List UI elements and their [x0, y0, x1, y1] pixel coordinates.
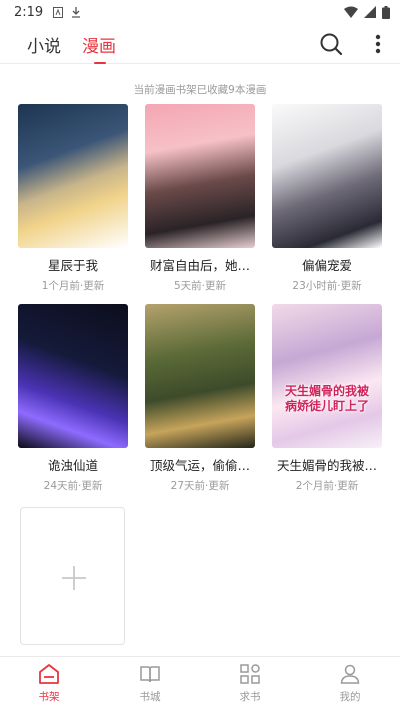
comic-updated: 2个月前·更新 [295, 480, 359, 492]
tab-active-indicator [94, 62, 106, 64]
comic-cover[interactable] [145, 104, 255, 248]
comic-card[interactable]: 天生媚骨的我被病娇徒儿盯上了 天生媚骨的我被… 2个月前·更新 [272, 304, 382, 493]
notification-a-icon [53, 6, 64, 18]
nav-bookshelf[interactable]: 书架 [9, 663, 89, 704]
status-bar: 2:19 [0, 0, 400, 24]
comic-cover[interactable] [18, 304, 128, 448]
book-open-icon [140, 666, 160, 683]
nav-label: 我的 [339, 691, 361, 703]
comic-cover[interactable]: 天生媚骨的我被病娇徒儿盯上了 [272, 304, 382, 448]
comic-card[interactable]: 星辰于我 1个月前·更新 [18, 104, 128, 293]
cover-title-text: 天生媚骨的我被病娇徒儿盯上了 [284, 384, 369, 413]
screen: 2:19 小说 漫画 当前漫画书架已收藏9本漫画 星辰于我 1个月前·更新 财富… [0, 0, 400, 711]
tab-comic[interactable]: 漫画 [82, 32, 116, 57]
comic-updated: 24天前·更新 [43, 480, 103, 492]
comic-updated: 27天前·更新 [170, 480, 230, 492]
comic-cover[interactable] [18, 104, 128, 248]
download-icon [72, 6, 81, 18]
comic-title: 星辰于我 [47, 258, 98, 273]
grid-icon [240, 664, 260, 684]
comic-card[interactable]: 偏偏宠爱 23小时前·更新 [272, 104, 382, 293]
comic-title: 诡浊仙道 [47, 458, 98, 473]
more-vertical-icon[interactable] [372, 31, 384, 57]
comic-title: 财富自由后，她… [149, 258, 250, 273]
comic-card[interactable]: 顶级气运，偷偷… 27天前·更新 [145, 304, 255, 493]
bookshelf-icon [39, 664, 59, 684]
nav-request[interactable]: 求书 [210, 663, 290, 704]
nav-label: 求书 [239, 691, 261, 703]
search-icon[interactable] [318, 31, 344, 57]
person-icon [340, 664, 360, 684]
comic-title: 偏偏宠爱 [301, 258, 352, 273]
wifi-icon [344, 6, 358, 18]
comic-updated: 5天前·更新 [173, 280, 227, 292]
comic-card[interactable]: 财富自由后，她… 5天前·更新 [145, 104, 255, 293]
comic-cover[interactable] [145, 304, 255, 448]
comic-title: 天生媚骨的我被… [276, 458, 377, 473]
nav-profile[interactable]: 我的 [310, 663, 390, 704]
battery-icon [382, 5, 390, 19]
status-right [344, 5, 390, 19]
signal-icon [364, 6, 376, 18]
nav-label: 书架 [38, 691, 60, 703]
bottom-nav: 书架 书城 求书 我的 [0, 656, 400, 711]
shelf-count-notice: 当前漫画书架已收藏9本漫画 [133, 84, 267, 96]
comic-cover[interactable] [272, 104, 382, 248]
status-time: 2:19 [14, 4, 44, 20]
comic-card[interactable]: 诡浊仙道 24天前·更新 [18, 304, 128, 493]
comic-updated: 23小时前·更新 [292, 280, 362, 292]
plus-icon [62, 566, 86, 590]
comic-updated: 1个月前·更新 [41, 280, 105, 292]
nav-label: 书城 [139, 691, 161, 703]
nav-bookstore[interactable]: 书城 [110, 663, 190, 704]
tab-novel[interactable]: 小说 [27, 32, 61, 57]
add-comic-button[interactable] [20, 507, 125, 645]
header: 小说 漫画 [0, 26, 400, 64]
comic-title: 顶级气运，偷偷… [149, 458, 250, 473]
